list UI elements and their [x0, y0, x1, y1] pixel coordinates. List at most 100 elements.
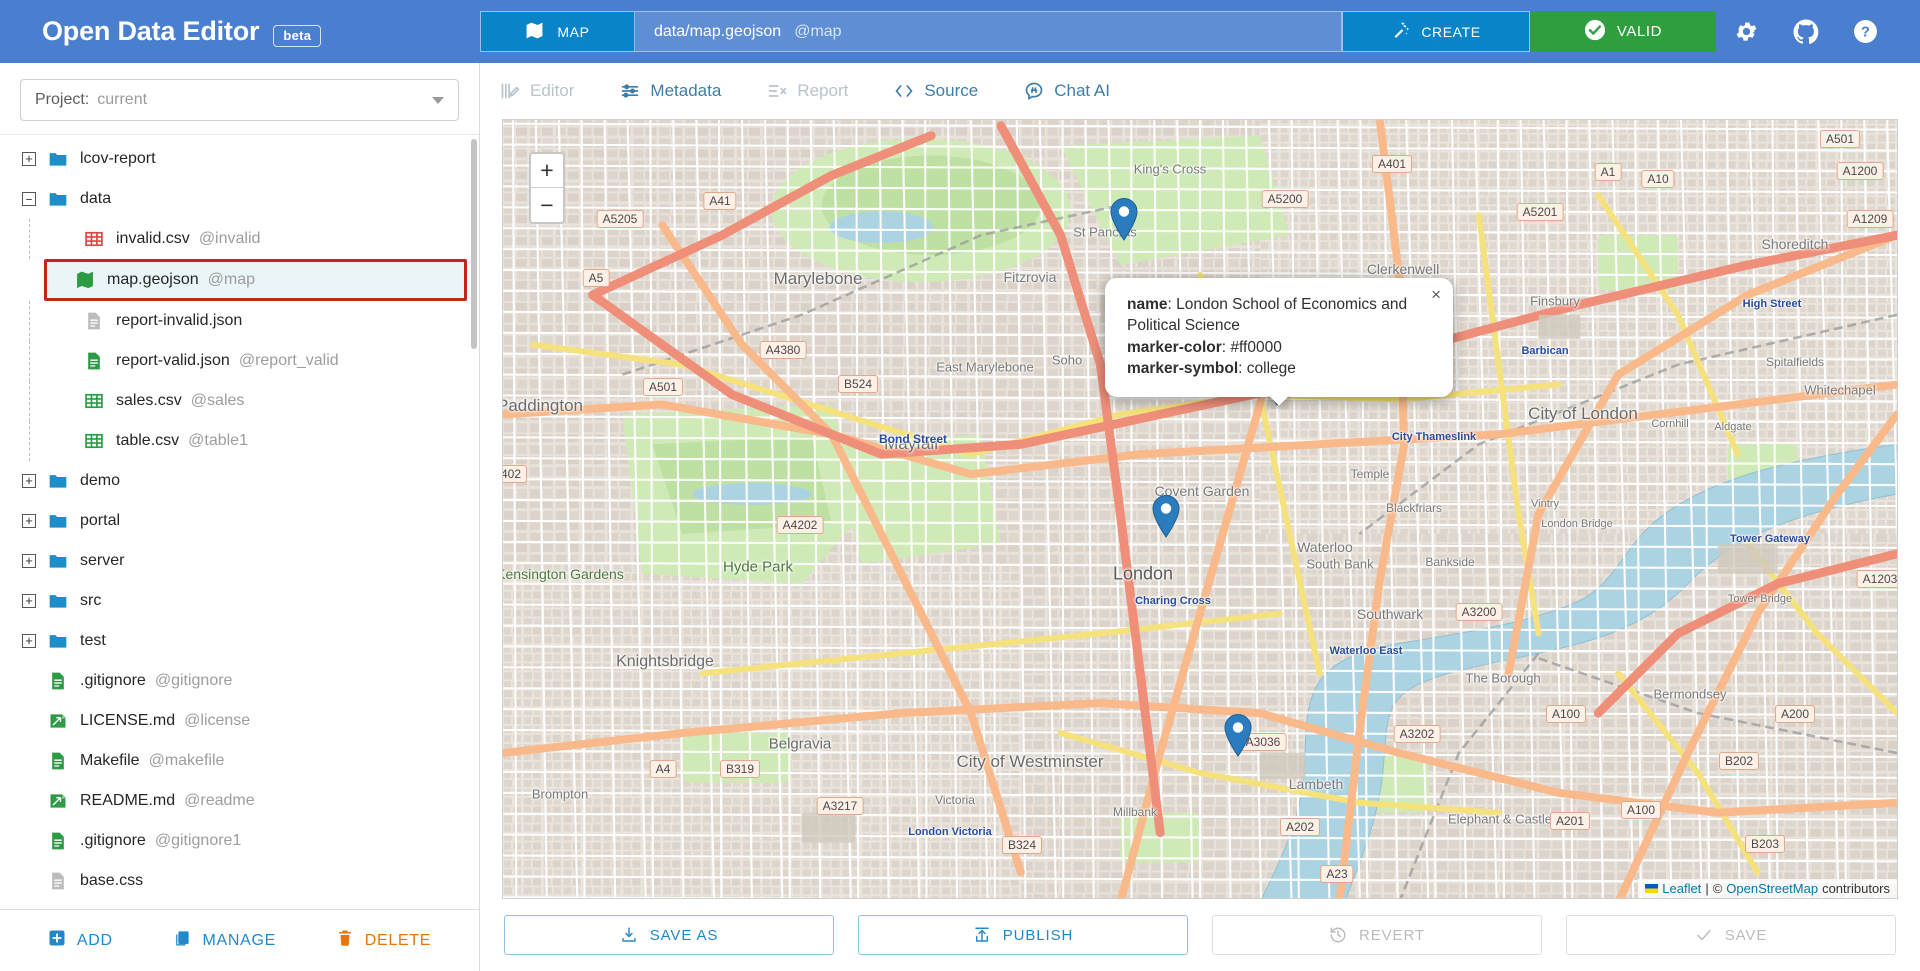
tree-file-item[interactable]: README.md @readme — [0, 781, 479, 821]
popup-key: marker-color — [1127, 339, 1222, 356]
app-header: Open Data Editor beta MAP data/map.geojs… — [0, 0, 1920, 63]
save-as-button[interactable]: SAVE AS — [504, 915, 834, 955]
create-button[interactable]: CREATE — [1342, 11, 1530, 52]
tree-file-item[interactable]: sales.csv@sales — [0, 381, 479, 421]
expand-icon[interactable]: + — [22, 152, 36, 166]
tree-file-item[interactable]: invalid.csv@invalid — [0, 219, 479, 259]
delete-label: DELETE — [365, 932, 431, 950]
manage-button[interactable]: MANAGE — [172, 929, 276, 953]
tree-folder-item[interactable]: + lcov-report — [0, 139, 479, 179]
collapse-icon[interactable]: – — [22, 192, 36, 206]
add-button[interactable]: ADD — [48, 929, 113, 952]
tree-item-name: lcov-report — [80, 150, 156, 168]
save-button: SAVE — [1566, 915, 1896, 955]
revert-icon — [1329, 926, 1347, 944]
manage-label: MANAGE — [202, 932, 276, 950]
valid-label: VALID — [1617, 23, 1662, 40]
expand-icon[interactable]: + — [22, 554, 36, 568]
file-path-field[interactable]: data/map.geojson @map — [634, 11, 1342, 52]
map-marker[interactable] — [1109, 197, 1139, 246]
tree-item-name: portal — [80, 512, 120, 530]
zoom-in-button[interactable]: + — [531, 154, 563, 188]
map-canvas[interactable] — [503, 120, 1897, 898]
tree-file-item[interactable]: report-invalid.json — [0, 301, 479, 341]
project-selector[interactable]: Project: current — [20, 79, 459, 121]
tree-folder-item[interactable]: + portal — [0, 501, 479, 541]
leaflet-link[interactable]: Leaflet — [1662, 881, 1701, 896]
tree-file-item[interactable]: table.csv@table1 — [0, 421, 479, 461]
tree-folder-item[interactable]: + server — [0, 541, 479, 581]
valid-status-button[interactable]: VALID — [1530, 11, 1716, 52]
tab-metadata[interactable]: Metadata — [612, 75, 729, 107]
popup-value: #ff0000 — [1230, 339, 1281, 356]
table-icon-green — [84, 391, 104, 411]
gear-icon[interactable] — [1734, 19, 1759, 44]
tree-item-alias: @map — [208, 271, 255, 289]
popup-tip — [1267, 396, 1291, 409]
zoom-out-button[interactable]: − — [531, 188, 563, 222]
tree-file-item[interactable]: .gitignore@gitignore1 — [0, 821, 479, 861]
app-body: Project: current + lcov-report – data invali… — [0, 63, 1920, 971]
save-as-icon — [620, 926, 638, 944]
tab-chat-ai[interactable]: Chat AI — [1016, 75, 1118, 107]
plus-square-icon — [48, 929, 66, 952]
tree-file-item[interactable]: LICENSE.md@license — [0, 701, 479, 741]
help-icon[interactable]: ? — [1853, 19, 1878, 44]
openstreetmap-link[interactable]: OpenStreetMap — [1726, 881, 1818, 896]
tree-file-item[interactable]: base.css — [0, 861, 479, 901]
tree-item-alias: @readme — [184, 792, 255, 810]
close-icon[interactable]: × — [1431, 283, 1441, 306]
doc-icon-green — [48, 751, 68, 771]
check-icon — [1695, 926, 1713, 944]
expand-icon[interactable]: + — [22, 594, 36, 608]
file-type-button[interactable]: MAP — [480, 11, 634, 52]
tree-file-item[interactable]: .gitignore@gitignore — [0, 661, 479, 701]
tree-folder-item[interactable]: +demo — [0, 461, 479, 501]
doc-icon-green — [48, 831, 68, 851]
check-circle-icon — [1584, 19, 1606, 45]
expand-icon[interactable]: + — [22, 514, 36, 528]
tree-item-name: LICENSE.md — [80, 712, 175, 730]
map-popup[interactable]: × name: London School of Economics and P… — [1105, 278, 1453, 397]
tree-item-name: server — [80, 552, 124, 570]
table-icon-red — [84, 229, 104, 249]
file-tree[interactable]: + lcov-report – data invalid.csv@invalidmap.… — [0, 134, 479, 909]
attribution-suffix: contributors — [1822, 881, 1890, 896]
map-zoom-control[interactable]: + − — [529, 152, 565, 224]
github-icon[interactable] — [1793, 19, 1819, 45]
tree-folder-item[interactable]: – data — [0, 179, 479, 219]
svg-text:?: ? — [1861, 25, 1870, 41]
attribution-separator: | — [1705, 881, 1708, 896]
sidebar: Project: current + lcov-report – data invali… — [0, 63, 480, 971]
popup-value: London School of Economics and Political… — [1127, 296, 1407, 334]
tab-source[interactable]: Source — [886, 75, 986, 107]
map-viewport[interactable]: MaryleboneFitzroviaPaddingtonEast Maryle… — [502, 119, 1898, 899]
map-marker[interactable] — [1151, 494, 1181, 543]
popup-key: name — [1127, 296, 1168, 313]
tree-item-name: invalid.csv — [116, 230, 190, 248]
expand-icon[interactable]: + — [22, 474, 36, 488]
tree-item-name: README.md — [80, 792, 175, 810]
tree-file-item[interactable]: Makefile@makefile — [0, 741, 479, 781]
popup-row: marker-color: #ff0000 — [1127, 337, 1413, 358]
sliders-icon — [620, 81, 640, 101]
map-marker[interactable] — [1223, 713, 1253, 762]
app-title: Open Data Editor — [42, 16, 259, 47]
tree-folder-item[interactable]: +test — [0, 621, 479, 661]
tab-report: Report — [759, 75, 856, 107]
expand-icon[interactable]: + — [22, 634, 36, 648]
tree-guide-line — [29, 301, 30, 341]
project-label: Project: — [35, 91, 89, 109]
delete-button[interactable]: DELETE — [336, 929, 431, 952]
tree-item-name: data — [80, 190, 111, 208]
button-label: REVERT — [1359, 927, 1425, 944]
tree-folder-item[interactable]: + src — [0, 581, 479, 621]
bottom-action-bar: SAVE AS PUBLISH REVERT SAVE — [480, 899, 1920, 971]
tree-item-name: src — [80, 592, 101, 610]
folder-icon — [48, 551, 68, 571]
tree-file-item[interactable]: report-valid.json@report_valid — [0, 341, 479, 381]
table-icon-green — [84, 431, 104, 451]
tree-item-selected[interactable]: map.geojson@map — [44, 259, 467, 301]
publish-button[interactable]: PUBLISH — [858, 915, 1188, 955]
tree-item-name: sales.csv — [116, 392, 182, 410]
